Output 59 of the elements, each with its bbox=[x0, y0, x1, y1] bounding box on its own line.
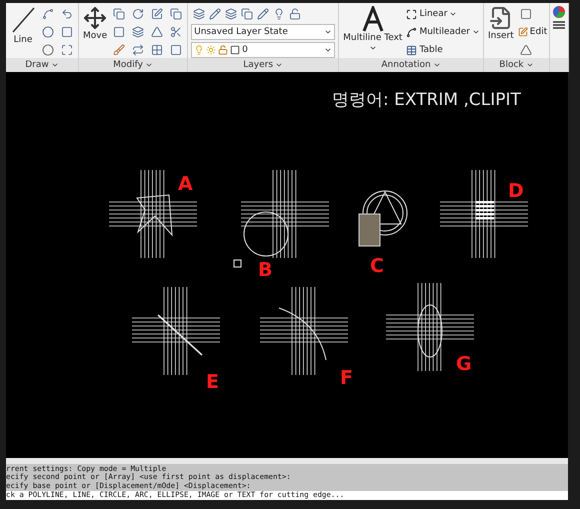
image-and-circles-drawing bbox=[358, 190, 408, 246]
figure-label: B bbox=[258, 259, 272, 281]
linear-button[interactable]: Linear bbox=[406, 6, 480, 22]
rectangle-icon[interactable] bbox=[59, 24, 75, 40]
lineweight-icon bbox=[552, 20, 565, 30]
insert-block-icon bbox=[488, 6, 513, 30]
insert-button[interactable]: Insert bbox=[486, 6, 515, 41]
multileader-button[interactable]: Multileader bbox=[406, 24, 480, 40]
move-button[interactable]: Move bbox=[82, 6, 108, 41]
diagonal-line-icon bbox=[10, 6, 36, 34]
ellipse-shape bbox=[418, 304, 442, 358]
caret-icon bbox=[324, 46, 332, 54]
table-icon bbox=[406, 44, 418, 56]
command-title: 명령어: EXTRIM ,CLIPIT bbox=[332, 90, 521, 110]
polyline-icon[interactable] bbox=[40, 6, 56, 22]
move-icon bbox=[83, 6, 108, 30]
table-button[interactable]: Table bbox=[406, 42, 480, 58]
panel-title[interactable]: Draw bbox=[6, 58, 78, 72]
line-button[interactable]: Line bbox=[9, 6, 37, 45]
multiline-text-button[interactable]: Multiline Text bbox=[342, 6, 404, 52]
copy-icon[interactable] bbox=[111, 6, 128, 22]
panel-title-bar bbox=[550, 58, 568, 72]
caret-icon bbox=[144, 61, 153, 69]
figure-label: G bbox=[456, 353, 472, 375]
edit-button[interactable]: Edit bbox=[518, 24, 548, 40]
circle-icon[interactable] bbox=[40, 24, 56, 40]
caret-icon bbox=[526, 61, 534, 69]
figure-label: A bbox=[178, 173, 193, 195]
caret-icon bbox=[275, 61, 284, 69]
caret-icon bbox=[324, 28, 332, 36]
drawing-canvas[interactable]: 명령어: EXTRIM ,CLIPIT A B C D E F G bbox=[6, 72, 568, 458]
panel-title[interactable]: Layers bbox=[188, 58, 338, 72]
polygon-shape bbox=[136, 194, 173, 236]
caret-icon bbox=[432, 61, 441, 69]
text-a-icon bbox=[362, 6, 384, 32]
edit-icon bbox=[518, 27, 528, 37]
layer-dropdown[interactable]: 0 bbox=[191, 42, 336, 58]
diagonal-line bbox=[157, 314, 203, 356]
sun-icon bbox=[206, 45, 216, 55]
figure-label: E bbox=[206, 371, 219, 393]
figure-label: C bbox=[370, 255, 384, 277]
layer-state-dropdown[interactable]: Unsaved Layer State bbox=[191, 24, 336, 40]
panel-title[interactable]: Modify bbox=[79, 58, 188, 72]
lock-icon bbox=[218, 45, 228, 55]
color-wheel-icon bbox=[552, 6, 565, 18]
brush-icon[interactable] bbox=[111, 42, 128, 58]
caret-icon bbox=[472, 28, 480, 36]
dimension-icon bbox=[406, 8, 418, 20]
figure-label: D bbox=[508, 180, 524, 202]
caret-icon bbox=[449, 10, 458, 18]
caret-icon bbox=[50, 61, 59, 69]
panel-title[interactable]: Block bbox=[484, 58, 549, 72]
leader-icon bbox=[406, 26, 418, 38]
figure-label: F bbox=[340, 367, 353, 389]
arc-curve bbox=[278, 308, 326, 360]
caret-icon bbox=[368, 44, 377, 52]
bulb-icon bbox=[194, 45, 204, 55]
hatch-drawing bbox=[476, 201, 494, 220]
panel-title[interactable]: Annotation bbox=[339, 58, 483, 72]
